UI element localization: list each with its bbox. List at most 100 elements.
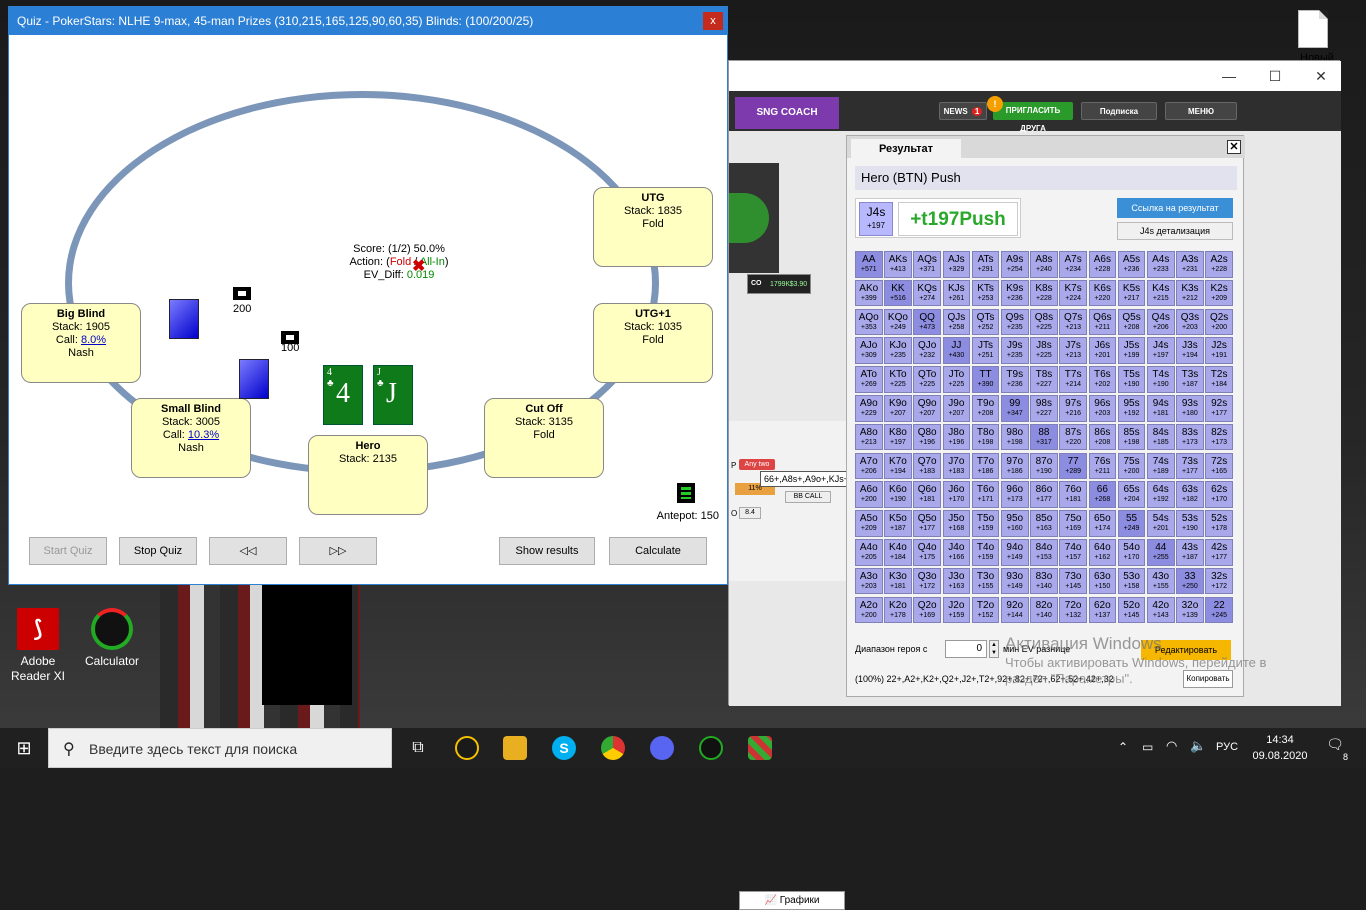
range-cell[interactable]: J2o +159 [942, 596, 971, 624]
range-cell[interactable]: 94o +149 [1001, 539, 1029, 566]
range-cell[interactable]: Q7s +213 [1059, 308, 1087, 336]
range-cell[interactable]: ATs +291 [971, 251, 1000, 278]
volume-icon[interactable]: 🔈 [1190, 738, 1206, 754]
range-cell[interactable]: T2s +184 [1205, 366, 1233, 393]
seat-hero[interactable]: Hero Stack: 2135 [308, 435, 428, 515]
range-cell[interactable]: 73o +145 [1059, 567, 1087, 595]
range-cell[interactable]: A3s +231 [1176, 251, 1204, 278]
range-cell[interactable]: 72o +132 [1059, 596, 1087, 624]
range-cell[interactable]: 76s +211 [1088, 452, 1117, 480]
range-cell[interactable]: J3o +163 [942, 567, 971, 595]
range-cell[interactable]: AJs +329 [942, 251, 971, 278]
range-cell[interactable]: J3s +194 [1176, 337, 1204, 364]
range-cell[interactable]: 86o +177 [1030, 481, 1058, 508]
range-cell[interactable]: 83o +140 [1030, 567, 1058, 595]
range-cell[interactable]: T8o +198 [971, 423, 1000, 451]
range-cell[interactable]: T7s +214 [1059, 366, 1087, 393]
range-cell[interactable]: T5o +159 [971, 510, 1000, 537]
range-cell[interactable]: K8s +228 [1030, 279, 1058, 307]
range-cell[interactable]: T3o +155 [971, 567, 1000, 595]
range-cell[interactable]: T7o +186 [971, 452, 1000, 480]
chrome-icon[interactable] [601, 736, 625, 760]
range-cell[interactable]: 43s +187 [1176, 539, 1204, 566]
range-cell[interactable]: 63o +150 [1088, 567, 1117, 595]
range-cell[interactable]: JTs +251 [971, 337, 1000, 364]
range-cell[interactable]: 95s +192 [1117, 395, 1146, 422]
next-hand-button[interactable]: ▷▷ [299, 537, 377, 565]
range-cell[interactable]: KJo +235 [884, 337, 912, 364]
range-cell[interactable]: 52o +145 [1117, 596, 1146, 624]
range-cell[interactable]: QJs +258 [942, 308, 971, 336]
range-cell[interactable]: J2s +191 [1205, 337, 1233, 364]
min-ev-spinner[interactable]: ▲ ▼ [989, 640, 999, 658]
seat-big-blind[interactable]: Big Blind Stack: 1905 Call: 8.0% Nash [21, 303, 141, 383]
range-cell[interactable]: 75s +200 [1117, 452, 1146, 480]
range-cell[interactable]: Q3o +172 [913, 567, 941, 595]
range-cell[interactable]: K3o +181 [884, 567, 912, 595]
range-cell[interactable]: 98s +227 [1030, 395, 1058, 422]
notifications-icon[interactable]: 🗨 8 [1322, 736, 1348, 762]
range-cell[interactable]: 94s +181 [1147, 395, 1175, 422]
range-cell[interactable]: AKs +413 [884, 251, 912, 278]
range-cell[interactable]: J4s +197 [1147, 337, 1175, 364]
range-cell[interactable]: 74s +189 [1147, 452, 1175, 480]
app-triangle-icon[interactable] [455, 736, 479, 760]
subscribe-button[interactable]: Подписка [1081, 102, 1157, 120]
range-cell[interactable]: J5s +199 [1117, 337, 1146, 364]
desktop-icon-calculator[interactable]: Calculator [82, 608, 142, 669]
range-cell[interactable]: K5s +217 [1117, 279, 1146, 307]
range-cell[interactable]: J9s +235 [1001, 337, 1029, 364]
range-cell[interactable]: 85o +163 [1030, 510, 1058, 537]
network-icon[interactable]: ▭ [1142, 740, 1153, 754]
range-cell[interactable]: 65s +204 [1117, 481, 1146, 508]
result-link-button[interactable]: Ссылка на результат [1117, 198, 1233, 218]
range-cell[interactable]: AQo +353 [855, 308, 883, 336]
range-cell[interactable]: 97o +186 [1001, 452, 1029, 480]
range-cell[interactable]: K9s +236 [1001, 279, 1029, 307]
range-cell[interactable]: 92s +177 [1205, 395, 1233, 422]
range-cell[interactable]: 42s +177 [1205, 539, 1233, 566]
range-cell[interactable]: A7s +234 [1059, 251, 1087, 278]
range-cell[interactable]: A8o +213 [855, 423, 883, 451]
seat-sb-call-link[interactable]: 10.3% [188, 429, 219, 441]
range-cell[interactable]: 66 +268 [1088, 481, 1117, 508]
range-cell[interactable]: Q2s +200 [1205, 308, 1233, 336]
range-cell[interactable]: K7o +194 [884, 452, 912, 480]
range-cell[interactable]: 82s +173 [1205, 423, 1233, 451]
range-cell[interactable]: 22 +245 [1205, 596, 1233, 624]
range-cell[interactable]: Q5o +177 [913, 510, 941, 537]
range-cell[interactable]: KK +516 [884, 279, 912, 307]
range-cell[interactable]: 76o +181 [1059, 481, 1087, 508]
range-cell[interactable]: QJo +232 [913, 337, 941, 364]
range-cell[interactable]: A9s +254 [1001, 251, 1029, 278]
start-quiz-button[interactable]: Start Quiz [29, 537, 107, 565]
range-cell[interactable]: 83s +173 [1176, 423, 1204, 451]
desktop-icon-adobe[interactable]: ⟆ Adobe Reader XI [8, 608, 68, 684]
range-cell[interactable]: T8s +227 [1030, 366, 1058, 393]
news-button[interactable]: NEWS 1 [939, 102, 987, 120]
range-cell[interactable]: Q8s +225 [1030, 308, 1058, 336]
range-cell[interactable]: 54o +170 [1117, 539, 1146, 566]
range-cell[interactable]: J9o +207 [942, 395, 971, 422]
range-cell[interactable]: J4o +166 [942, 539, 971, 566]
file-explorer-icon[interactable] [503, 736, 527, 760]
range-cell[interactable]: 43o +155 [1147, 567, 1175, 595]
range-cell[interactable]: A7o +206 [855, 452, 883, 480]
range-cell[interactable]: Q4s +206 [1147, 308, 1175, 336]
file-icon[interactable] [1298, 10, 1328, 48]
range-cell[interactable]: 55 +249 [1117, 510, 1146, 537]
range-cell[interactable]: 95o +160 [1001, 510, 1029, 537]
range-cell[interactable]: 86s +208 [1088, 423, 1117, 451]
seat-utg[interactable]: UTG Stack: 1835 Fold [593, 187, 713, 267]
range-cell[interactable]: 52s +178 [1205, 510, 1233, 537]
range-cell[interactable]: 82o +140 [1030, 596, 1058, 624]
range-cell[interactable]: Q3s +203 [1176, 308, 1204, 336]
close-button[interactable]: ✕ [1301, 65, 1341, 87]
range-cell[interactable]: T3s +187 [1176, 366, 1204, 393]
range-cell[interactable]: 44 +255 [1147, 539, 1175, 566]
range-cell[interactable]: J5o +168 [942, 510, 971, 537]
range-cell[interactable]: J6o +170 [942, 481, 971, 508]
range-cell[interactable]: 97s +216 [1059, 395, 1087, 422]
range-cell[interactable]: 93o +149 [1001, 567, 1029, 595]
range-cell[interactable]: KTo +225 [884, 366, 912, 393]
